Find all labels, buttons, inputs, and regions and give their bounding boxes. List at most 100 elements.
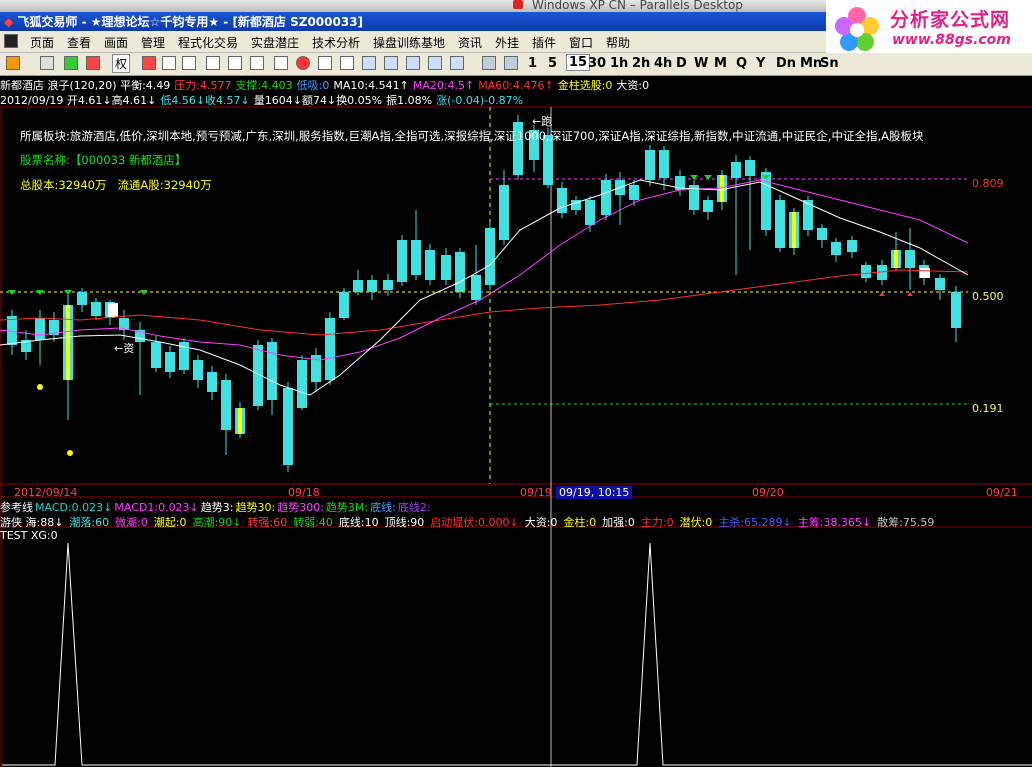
- panel3-7: 底线:10: [338, 516, 379, 529]
- candle-body-57: [831, 242, 841, 255]
- share-capital-text: 总股本:32940万 流通A股:32940万: [20, 177, 212, 193]
- panel3-2: 微潮:0: [115, 516, 148, 529]
- panel3-10: 大资:0: [524, 516, 558, 529]
- panel3-11: 金柱:0: [563, 516, 597, 529]
- gold-bar-1: [238, 408, 242, 434]
- gold-bar-2: [720, 175, 724, 202]
- candle-body-65: [951, 292, 961, 328]
- capital-annotation: ←资: [114, 342, 135, 355]
- candle-body-41: [601, 180, 611, 215]
- candle-body-58: [847, 240, 857, 252]
- candle-body-48: [703, 200, 713, 212]
- candle-body-5: [77, 292, 87, 305]
- signal-triangle-2: [64, 290, 72, 295]
- candle-body-22: [325, 318, 335, 380]
- level-low: 0.191: [972, 402, 1004, 415]
- candle-body-0: [7, 316, 17, 345]
- panel2-6: 趋势3M:: [325, 501, 369, 514]
- panel3-14: 潜伏:0: [679, 516, 713, 529]
- date-label-2: 09/19: [520, 486, 552, 499]
- level-high: 0.809: [972, 177, 1004, 190]
- candle-body-27: [397, 240, 407, 282]
- candle-body-44: [645, 150, 655, 180]
- signal-triangle-5: [704, 175, 712, 180]
- ma20-line: [0, 179, 969, 361]
- candle-body-45: [659, 150, 669, 178]
- panel2-5: 趋势300:: [277, 501, 324, 514]
- panel2-3: 趋势3:: [200, 501, 234, 514]
- white-bar-0: [108, 303, 118, 317]
- panel3-12: 加强:0: [602, 516, 635, 529]
- candle-body-28: [411, 240, 421, 275]
- gold-bar-4: [894, 250, 898, 268]
- test-label: TEST XG:0: [0, 529, 58, 542]
- panel3-0: 游侠 海:88↓: [0, 516, 64, 529]
- panel2-2: MACD1:0.023↓: [114, 501, 199, 514]
- candle-body-18: [267, 342, 277, 400]
- gold-bar-0: [66, 305, 70, 380]
- youxia-info-line: 游侠 海:88↓ 潮落:60 微潮:0 潮起:0 高潮:90↓ 转强:60 转弱:40 底线:…: [0, 514, 940, 530]
- ma60-line: [0, 269, 969, 336]
- candle-body-6: [91, 302, 101, 316]
- candle-body-10: [151, 342, 161, 368]
- candle-body-30: [441, 255, 451, 280]
- total-shares: 总股本:32940万: [20, 178, 107, 192]
- date-label-0: 2012/09/14: [14, 486, 78, 499]
- panel3-16: 主筹:38.365↓: [797, 516, 872, 529]
- panel3-15: 主杀:65.289↓: [718, 516, 792, 529]
- panel3-9: 启动堤伏:0.000↓: [430, 516, 519, 529]
- ma10-line: [0, 179, 969, 396]
- candle-body-33: [485, 228, 495, 285]
- panel2-0: 参考线: [0, 501, 33, 514]
- candle-body-20: [297, 360, 307, 408]
- candle-body-29: [425, 250, 435, 280]
- candle-body-53: [775, 200, 785, 248]
- candle-body-62: [905, 250, 915, 268]
- red-marker-1: [907, 292, 913, 296]
- kline-chart[interactable]: [0, 0, 1032, 767]
- candle-body-31: [455, 252, 465, 292]
- candle-body-15: [221, 380, 231, 430]
- panel2-7: 底线:: [370, 501, 396, 514]
- candle-body-55: [803, 200, 813, 230]
- macd-info-line: 参考线 MACD:0.023↓ MACD1:0.023↓ 趋势3: 趋势30: 趋势300…: [0, 499, 433, 515]
- date-label-4: 09/20: [752, 486, 784, 499]
- candle-body-14: [207, 372, 217, 392]
- panel3-17: 散筹:75.59: [877, 516, 935, 529]
- panel2-4: 趋势30:: [235, 501, 276, 514]
- date-label-1: 09/18: [288, 486, 320, 499]
- candle-body-19: [283, 388, 293, 465]
- date-label-3: 09/19, 10:15: [556, 486, 633, 499]
- sector-text: 所属板块:旅游酒店,低价,深圳本地,预亏预减,广东,深圳,服务指数,巨潮A指,全…: [20, 129, 924, 143]
- float-shares: 流通A股:32940万: [117, 178, 212, 192]
- candle-body-11: [165, 352, 175, 372]
- candle-body-34: [499, 185, 509, 240]
- candle-body-43: [629, 185, 639, 200]
- candle-body-56: [817, 228, 827, 240]
- run-annotation: ←跑: [532, 115, 553, 128]
- candle-body-23: [339, 292, 349, 318]
- candle-body-64: [935, 278, 945, 290]
- panel3-4: 高潮:90↓: [192, 516, 242, 529]
- candle-body-32: [471, 275, 481, 300]
- candle-body-2: [35, 318, 45, 340]
- candle-body-50: [731, 162, 741, 178]
- panel2-1: MACD:0.023↓: [35, 501, 113, 514]
- candle-body-59: [861, 265, 871, 278]
- red-marker-0: [879, 292, 885, 296]
- date-label-5: 09/21: [986, 486, 1018, 499]
- candle-body-51: [745, 160, 755, 176]
- stock-name-text: 股票名称:【000033 新都酒店】: [20, 153, 187, 167]
- panel2-8: 底线2:: [397, 501, 431, 514]
- candle-body-26: [383, 280, 393, 290]
- panel3-8: 顶线:90: [384, 516, 425, 529]
- panel3-13: 主力:0: [640, 516, 674, 529]
- level-mid: 0.500: [972, 290, 1004, 303]
- gold-bar-3: [792, 212, 796, 248]
- test-xg-line: [2, 542, 1032, 766]
- yellow-dot-1: [67, 450, 73, 456]
- yellow-dot-0: [37, 384, 43, 390]
- panel3-3: 潮起:0: [153, 516, 187, 529]
- panel3-1: 潮落:60: [69, 516, 110, 529]
- candle-body-25: [367, 280, 377, 292]
